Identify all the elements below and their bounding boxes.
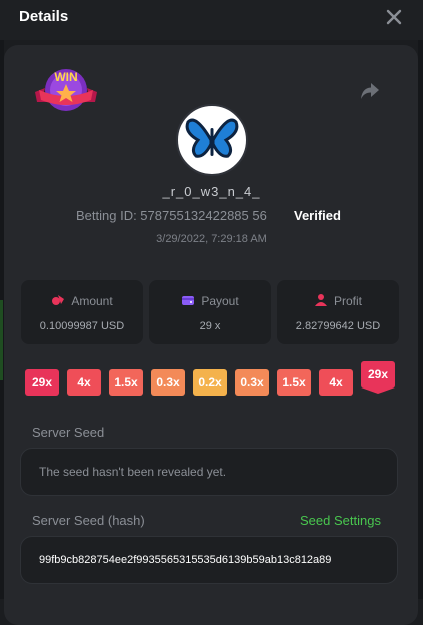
multiplier-chip: 29x bbox=[361, 361, 395, 394]
multiplier-chip: 1.5x bbox=[277, 369, 311, 396]
close-icon[interactable] bbox=[384, 7, 404, 27]
betting-id: Betting ID: 578755132422885 56 bbox=[76, 208, 267, 223]
server-seed-hash-value: 99fb9cb828754ee2f9935565315535d6139b59ab… bbox=[39, 554, 332, 566]
profit-icon bbox=[314, 294, 327, 306]
server-seed-label: Server Seed bbox=[32, 425, 105, 440]
amount-icon bbox=[52, 295, 65, 305]
svg-text:WIN: WIN bbox=[54, 70, 77, 84]
server-seed-hash-label: Server Seed (hash) bbox=[32, 513, 145, 528]
server-seed-hash-field[interactable]: 99fb9cb828754ee2f9935565315535d6139b59ab… bbox=[20, 536, 398, 584]
multiplier-chip: 4x bbox=[67, 369, 101, 396]
stat-profit-value: 2.82799642 USD bbox=[295, 320, 381, 332]
stat-amount-label: Amount bbox=[71, 294, 113, 308]
butterfly-avatar bbox=[176, 104, 248, 176]
stat-amount: Amount 0.10099987 USD bbox=[21, 280, 143, 344]
multiplier-chip: 29x bbox=[25, 369, 59, 396]
stat-payout-value: 29 x bbox=[199, 320, 221, 332]
bet-timestamp: 3/29/2022, 7:29:18 AM bbox=[156, 233, 267, 245]
stat-amount-value: 0.10099987 USD bbox=[39, 320, 125, 332]
verified-status: Verified bbox=[294, 208, 341, 223]
modal-header: Details bbox=[0, 0, 423, 40]
backdrop-right bbox=[418, 40, 423, 599]
multiplier-chip: 0.2x bbox=[193, 369, 227, 396]
share-icon[interactable] bbox=[358, 80, 382, 102]
server-seed-value: The seed hasn't been revealed yet. bbox=[39, 465, 227, 479]
stat-profit-label: Profit bbox=[333, 294, 362, 308]
stat-payout-label: Payout bbox=[201, 294, 239, 308]
wallet-icon bbox=[182, 296, 195, 305]
multiplier-chip: 0.3x bbox=[151, 369, 185, 396]
modal-title: Details bbox=[19, 8, 69, 25]
win-badge-icon: WIN bbox=[33, 64, 99, 116]
multiplier-chip: 0.3x bbox=[235, 369, 269, 396]
username: _r_0_w3_n_4_ bbox=[162, 184, 261, 199]
backdrop-accent bbox=[0, 300, 3, 380]
multiplier-chip: 4x bbox=[319, 369, 353, 396]
multiplier-chip: 1.5x bbox=[109, 369, 143, 396]
stat-profit: Profit 2.82799642 USD bbox=[277, 280, 399, 344]
server-seed-field[interactable]: The seed hasn't been revealed yet. bbox=[20, 448, 398, 496]
stat-payout: Payout 29 x bbox=[149, 280, 271, 344]
seed-settings-link[interactable]: Seed Settings bbox=[300, 513, 381, 528]
